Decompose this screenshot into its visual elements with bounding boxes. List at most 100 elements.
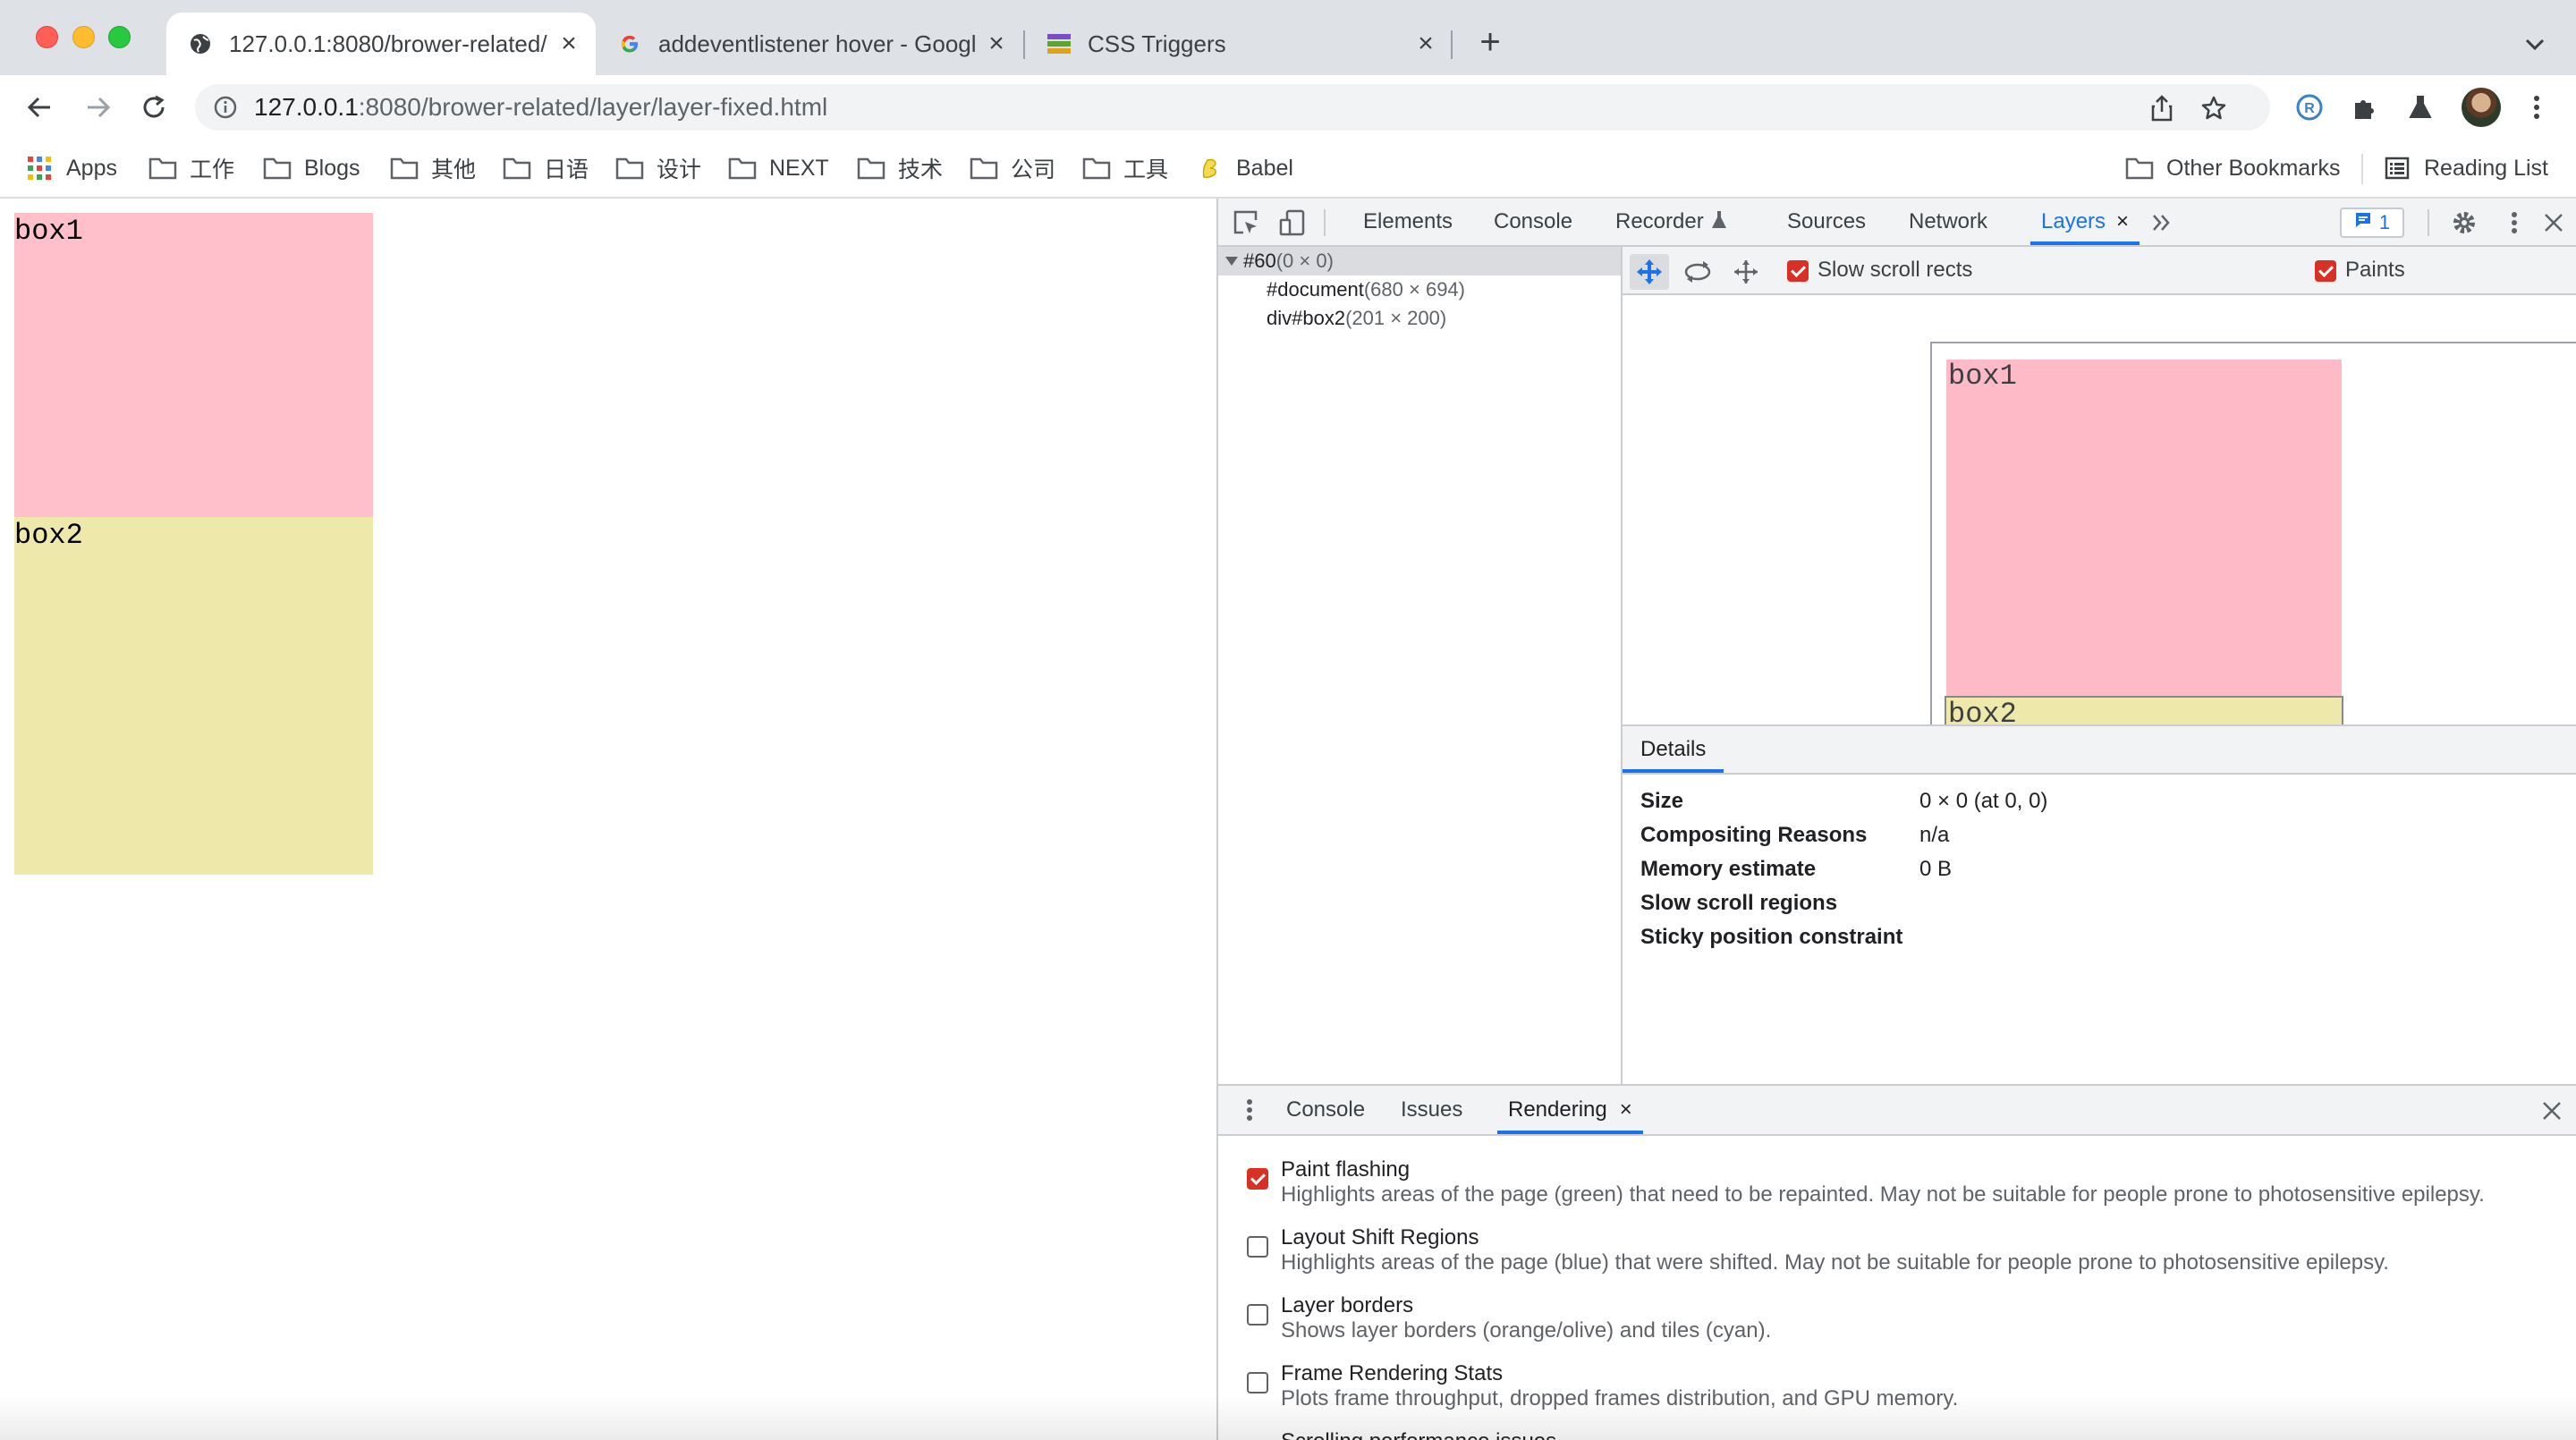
back-arrow-icon[interactable] xyxy=(21,89,57,125)
paints-checkbox[interactable] xyxy=(2315,260,2336,282)
layer-borders-checkbox[interactable] xyxy=(1247,1304,1268,1326)
option-title: Layer borders xyxy=(1281,1293,1414,1317)
tree-row-root-layer[interactable]: #60(0 × 0) xyxy=(1218,247,1621,275)
chevron-down-icon[interactable] xyxy=(2517,27,2553,63)
tab-recorder[interactable]: Recorder xyxy=(1615,199,1727,245)
tree-row-document[interactable]: #document(680 × 694) xyxy=(1218,275,1621,304)
layers-3d-view: Slow scroll rects Paints box1 box2 xyxy=(1623,247,2576,724)
bookmark-label: Blogs xyxy=(304,155,360,181)
bookmark-apps[interactable]: Apps xyxy=(25,152,117,184)
tab-console[interactable]: Console xyxy=(1494,199,1572,245)
forward-arrow-icon[interactable] xyxy=(80,89,116,125)
detail-value: 0 × 0 (at 0, 0) xyxy=(1919,789,2048,813)
bookmark-folder[interactable]: 技术 xyxy=(857,152,943,184)
drawer-tabbar: Console Issues Rendering × xyxy=(1218,1086,2576,1136)
share-icon[interactable] xyxy=(2148,95,2175,122)
bookmark-folder[interactable]: NEXT xyxy=(728,152,829,184)
device-toolbar-icon[interactable] xyxy=(1277,208,1308,238)
settings-gear-icon[interactable] xyxy=(2449,208,2479,238)
tab-css-triggers[interactable]: CSS Triggers × xyxy=(1025,13,1453,75)
paint-flashing-checkbox[interactable] xyxy=(1247,1168,1268,1190)
reload-icon[interactable] xyxy=(136,89,172,125)
svg-text:R: R xyxy=(2304,101,2315,116)
bookmark-folder[interactable]: 日语 xyxy=(503,152,589,184)
flask-icon xyxy=(1711,200,1727,247)
slow-scroll-rects-label: Slow scroll rects xyxy=(1818,258,1973,282)
close-drawer-icon[interactable] xyxy=(2537,1096,2567,1126)
layers-canvas[interactable]: box1 box2 xyxy=(1623,297,2576,724)
more-vertical-icon[interactable] xyxy=(2499,208,2529,238)
tab-details[interactable]: Details xyxy=(1623,726,1724,773)
tab-sources[interactable]: Sources xyxy=(1787,199,1866,245)
bookmark-folder[interactable]: 设计 xyxy=(615,152,701,184)
bookmark-folder[interactable]: 工具 xyxy=(1082,152,1168,184)
labs-flask-icon[interactable] xyxy=(2402,89,2438,125)
layer-name: #document xyxy=(1267,278,1364,301)
site-info-icon[interactable] xyxy=(213,95,238,120)
reading-list-button[interactable]: Reading List xyxy=(2383,152,2548,184)
layout-shift-regions-checkbox[interactable] xyxy=(1247,1236,1268,1258)
pan-mode-icon[interactable] xyxy=(1630,254,1669,290)
profile-avatar[interactable] xyxy=(2462,88,2501,127)
drawer-tab-console[interactable]: Console xyxy=(1286,1086,1365,1134)
close-devtools-icon[interactable] xyxy=(2538,208,2569,238)
apps-grid-icon xyxy=(25,156,54,181)
bookmark-label: 技术 xyxy=(898,157,944,182)
more-vertical-icon[interactable] xyxy=(2519,89,2555,125)
bookmark-folder[interactable]: Blogs xyxy=(263,152,360,184)
rotate-mode-icon[interactable] xyxy=(1678,254,1717,290)
box1: box1 xyxy=(14,213,373,517)
more-tabs-chevron-icon[interactable] xyxy=(2147,208,2177,238)
drawer-menu-icon[interactable] xyxy=(1234,1095,1265,1125)
bookmarks-separator xyxy=(2361,154,2363,184)
issues-badge[interactable]: 1 xyxy=(2340,208,2404,238)
tab-google-search[interactable]: addeventlistener hover - Googl × xyxy=(596,13,1023,75)
extension-react-icon[interactable]: R xyxy=(2292,89,2327,125)
frame-rendering-stats-checkbox[interactable] xyxy=(1247,1372,1268,1393)
close-tab-icon[interactable]: × xyxy=(1620,1086,1632,1134)
bookmark-folder[interactable]: 公司 xyxy=(970,152,1055,184)
bookmark-babel[interactable]: Babel xyxy=(1195,152,1293,184)
tree-row-box2[interactable]: div#box2(201 × 200) xyxy=(1218,304,1621,333)
layer-dims: (0 × 0) xyxy=(1275,250,1334,272)
new-tab-button[interactable]: + xyxy=(1472,24,1508,61)
box2-label: box2 xyxy=(14,519,83,552)
devtools-drawer: Console Issues Rendering × Paint flashing… xyxy=(1218,1084,2576,1440)
bookmark-folder[interactable]: 其他 xyxy=(390,152,476,184)
bookmark-label: Babel xyxy=(1236,155,1293,181)
bookmark-label: 工具 xyxy=(1123,157,1169,182)
bookmark-label: Apps xyxy=(66,155,117,181)
minimize-window-button[interactable] xyxy=(72,26,95,48)
bookmark-label: NEXT xyxy=(769,155,829,181)
layers-tree: #60(0 × 0) #document(680 × 694) div#box2… xyxy=(1218,247,1623,1084)
bookmark-label: 其他 xyxy=(431,157,477,182)
other-bookmarks-folder[interactable]: Other Bookmarks xyxy=(2125,152,2341,184)
folder-icon xyxy=(148,156,177,181)
drawer-tab-rendering[interactable]: Rendering × xyxy=(1497,1086,1643,1134)
tab-local-page[interactable]: 127.0.0.1:8080/brower-related/ × xyxy=(166,13,596,75)
maximize-window-button[interactable] xyxy=(108,26,131,48)
triangle-down-icon[interactable] xyxy=(1225,257,1238,267)
bookmarks-bar: Apps 工作 Blogs 其他 日语 设计 NEXT 技术 公司 工具 Bab… xyxy=(0,140,2576,199)
layer-box2[interactable]: box2 xyxy=(1945,696,2343,724)
close-window-button[interactable] xyxy=(36,26,58,48)
close-tab-icon[interactable]: × xyxy=(979,26,1014,62)
close-tab-icon[interactable]: × xyxy=(2116,199,2129,245)
reading-list-label: Reading List xyxy=(2424,155,2548,181)
close-tab-icon[interactable]: × xyxy=(1408,26,1444,62)
layers-toolbar: Slow scroll rects Paints xyxy=(1623,247,2576,295)
tab-layers[interactable]: Layers × xyxy=(2030,199,2140,245)
bookmark-star-icon[interactable] xyxy=(2200,95,2227,122)
close-tab-icon[interactable]: × xyxy=(551,26,587,62)
address-bar[interactable]: 127.0.0.1:8080/brower-related/layer/laye… xyxy=(195,84,2270,131)
bookmark-folder[interactable]: 工作 xyxy=(148,152,234,184)
layer-box1: box1 xyxy=(1946,360,2342,696)
inspect-element-icon[interactable] xyxy=(1231,208,1261,238)
drawer-tab-issues[interactable]: Issues xyxy=(1401,1086,1462,1134)
reset-transform-icon[interactable] xyxy=(1726,254,1766,290)
slow-scroll-rects-checkbox[interactable] xyxy=(1787,260,1809,282)
extensions-puzzle-icon[interactable] xyxy=(2347,89,2383,125)
tab-elements[interactable]: Elements xyxy=(1363,199,1453,245)
tab-network[interactable]: Network xyxy=(1909,199,1987,245)
detail-key: Compositing Reasons xyxy=(1640,823,1868,847)
